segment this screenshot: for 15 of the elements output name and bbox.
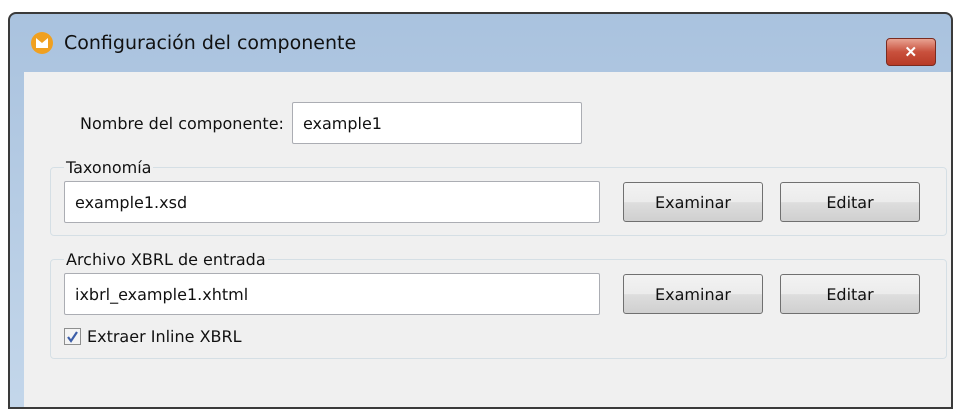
app-logo-icon: [30, 31, 54, 55]
dialog-button[interactable]: Examinar: [623, 182, 763, 222]
dialog-button[interactable]: Editar: [780, 182, 920, 222]
group-label: Archivo XBRL de entrada: [65, 250, 267, 269]
path-input-field[interactable]: ixbrl_example1.xhtml: [64, 273, 600, 315]
group-label: Taxonomía: [65, 158, 152, 177]
name-input-field[interactable]: example1: [292, 102, 582, 144]
window-title: Configuración del componente: [64, 32, 356, 54]
path-input-field[interactable]: example1.xsd: [64, 181, 600, 223]
checkbox-label: Extraer Inline XBRL: [87, 327, 242, 346]
dialog-button[interactable]: Examinar: [623, 274, 763, 314]
field-label: Nombre del componente:: [80, 114, 284, 132]
close-button[interactable]: ✕: [886, 38, 936, 66]
dialog-button[interactable]: Editar: [780, 274, 920, 314]
checkbox[interactable]: [64, 328, 81, 345]
